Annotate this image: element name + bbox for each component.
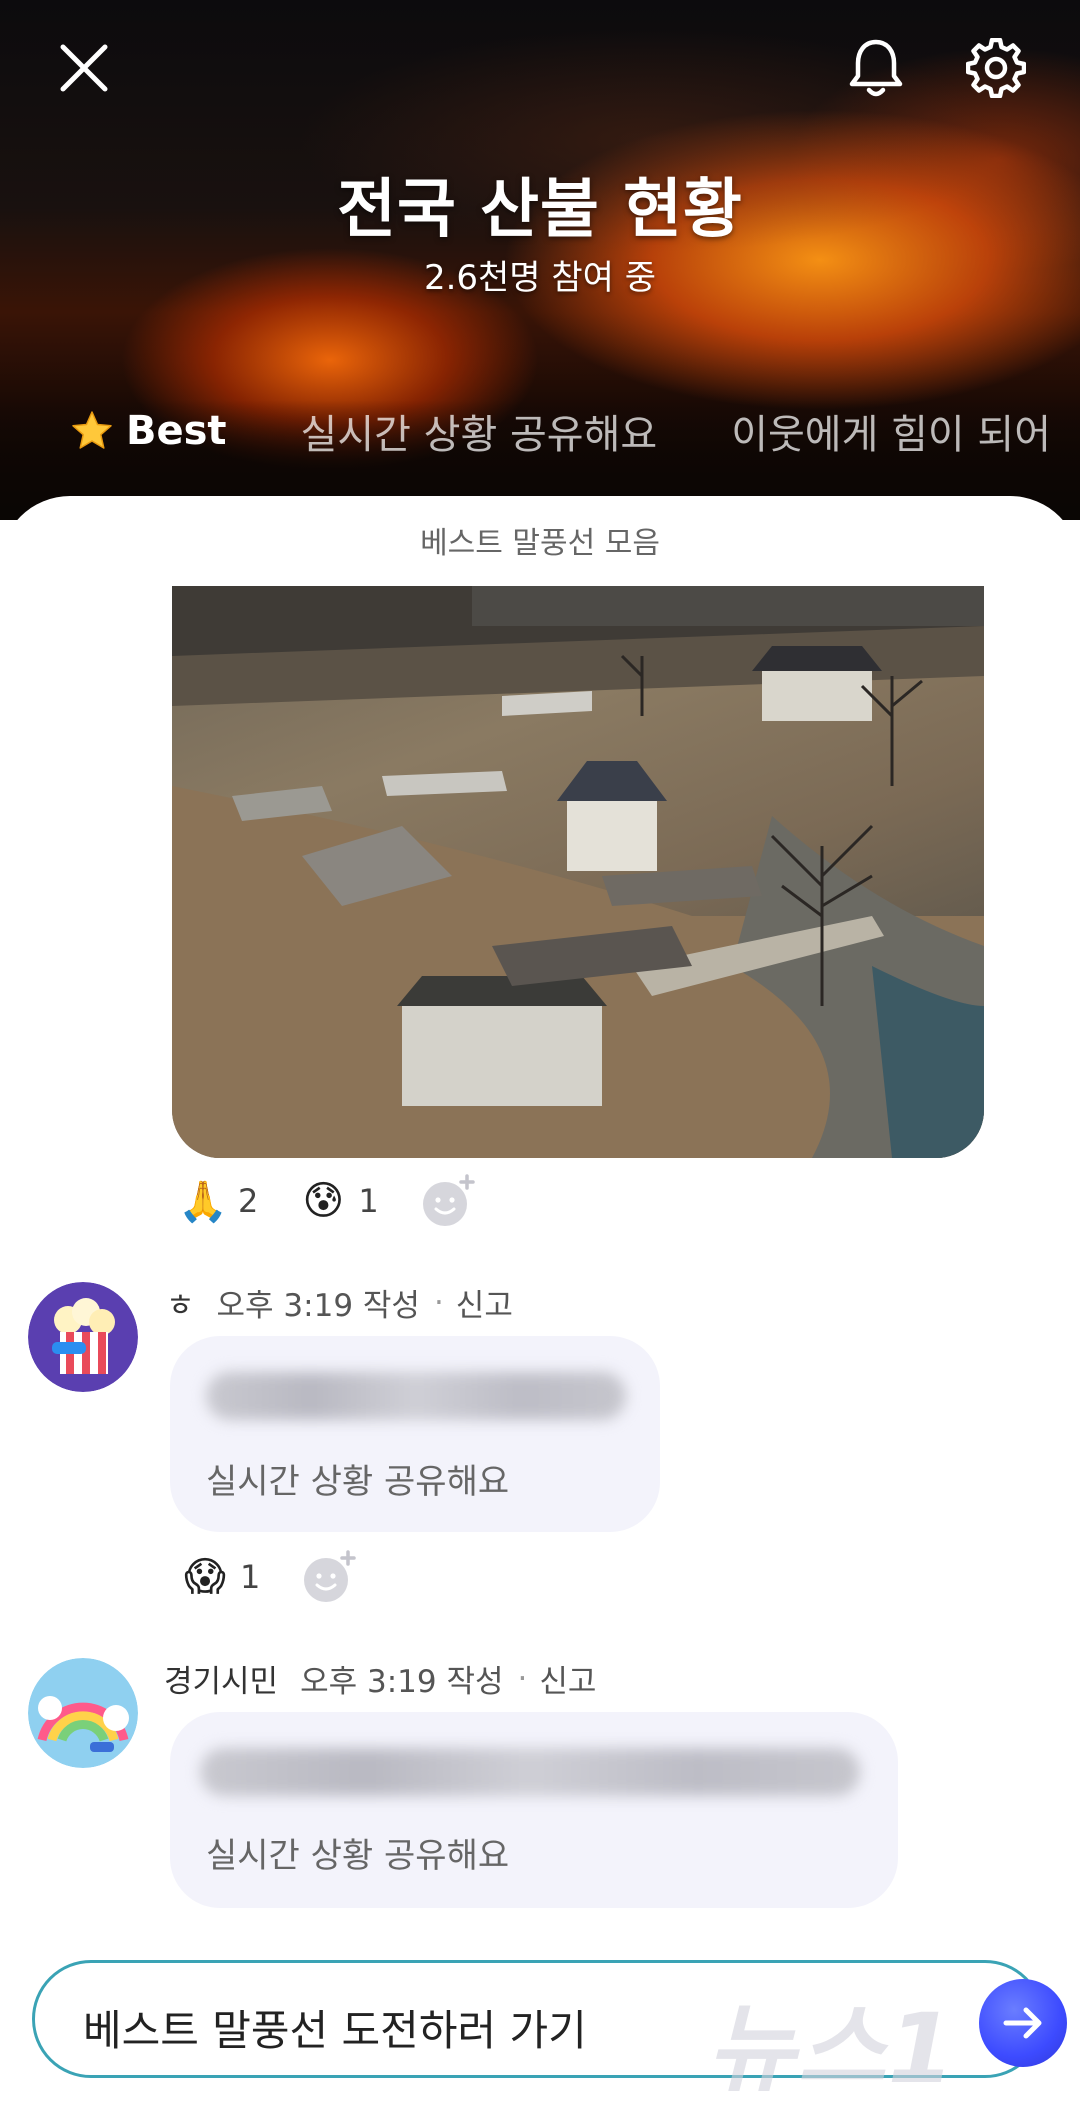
tab-best-label: Best (126, 408, 227, 454)
report-link[interactable]: 신고 (539, 1656, 596, 1701)
anxious-face-icon: 😰 (302, 1178, 345, 1224)
photo-reactions: 🙏 2 😰 1 (178, 1172, 477, 1230)
blurred-comment-text (206, 1372, 626, 1420)
page-title: 전국 산불 현황 (337, 173, 743, 247)
close-button[interactable] (44, 28, 124, 108)
participant-count: 2.6천명 참여 중 (423, 258, 657, 298)
star-icon (72, 411, 112, 449)
reaction-count: 1 (358, 1182, 379, 1220)
avatar[interactable] (28, 1658, 138, 1768)
avatar[interactable] (28, 1282, 138, 1392)
reaction-count: 1 (240, 1558, 261, 1596)
close-icon (60, 44, 108, 92)
gear-icon (966, 38, 1026, 98)
tab-realtime[interactable]: 실시간 상황 공유해요 (301, 402, 658, 460)
tab-realtime-label: 실시간 상황 공유해요 (300, 412, 658, 458)
best-bubble-challenge-button[interactable]: 뉴스1 베스트 말풍선 도전하러 가기 (32, 1960, 1067, 2105)
praying-hands-icon: 🙏 (178, 1178, 228, 1225)
popcorn-avatar-icon (28, 1282, 138, 1392)
comment-nickname: 경기시민 (164, 1664, 279, 1700)
report-link[interactable]: 신고 (456, 1280, 513, 1325)
comment-meta: ㅎ 오후 3:19 작성 · 신고 (166, 1280, 513, 1325)
separator-dot: · (433, 1284, 444, 1321)
comment-time: 오후 3:19 작성 (300, 1664, 504, 1700)
add-reaction-icon[interactable] (300, 1548, 358, 1606)
comment-bubble: 실시간 상황 공유해요 (170, 1712, 898, 1908)
header-fire-banner: 전국 산불 현황 2.6천명 참여 중 Best 실시간 상황 공유해요 이웃에… (0, 0, 1080, 520)
go-button[interactable] (979, 1979, 1067, 2067)
comment-reactions: 😱 1 (180, 1548, 358, 1606)
tab-bar: Best 실시간 상황 공유해요 이웃에게 힘이 되어 (70, 396, 1080, 466)
arrow-right-icon (1003, 2007, 1042, 2039)
separator-dot: · (517, 1660, 528, 1697)
comment-nickname: ㅎ (166, 1288, 195, 1324)
tab-best[interactable]: Best (70, 408, 227, 454)
reaction-anxious[interactable]: 😰 1 (298, 1176, 379, 1226)
post-photo[interactable] (172, 586, 984, 1158)
add-reaction-icon[interactable] (419, 1172, 477, 1230)
settings-button[interactable] (956, 28, 1036, 108)
sheet-title: 베스트 말풍선 모음 (420, 526, 660, 561)
reaction-count: 2 (238, 1182, 259, 1220)
comment-bubble: 실시간 상황 공유해요 (170, 1336, 660, 1532)
news1-watermark: 뉴스1 (707, 1993, 957, 2105)
tab-support[interactable]: 이웃에게 힘이 되어 (731, 402, 1051, 460)
comment-tag: 실시간 상황 공유해요 (206, 1462, 510, 1502)
reaction-pray[interactable]: 🙏 2 (178, 1176, 258, 1226)
comment-meta: 경기시민 오후 3:19 작성 · 신고 (164, 1656, 596, 1701)
screaming-face-icon: 😱 (184, 1554, 226, 1600)
bell-icon (849, 39, 903, 97)
blurred-comment-text (200, 1748, 860, 1796)
notification-button[interactable] (836, 28, 916, 108)
rainbow-avatar-icon (28, 1658, 138, 1768)
burnt-village-image (172, 586, 984, 1158)
tab-support-label: 이웃에게 힘이 되어 (731, 412, 1052, 458)
comment-time: 오후 3:19 작성 (216, 1288, 420, 1324)
cta-label: 베스트 말풍선 도전하러 가기 (83, 2006, 587, 2055)
reaction-scream[interactable]: 😱 1 (180, 1552, 260, 1602)
comment-tag: 실시간 상황 공유해요 (206, 1836, 510, 1876)
